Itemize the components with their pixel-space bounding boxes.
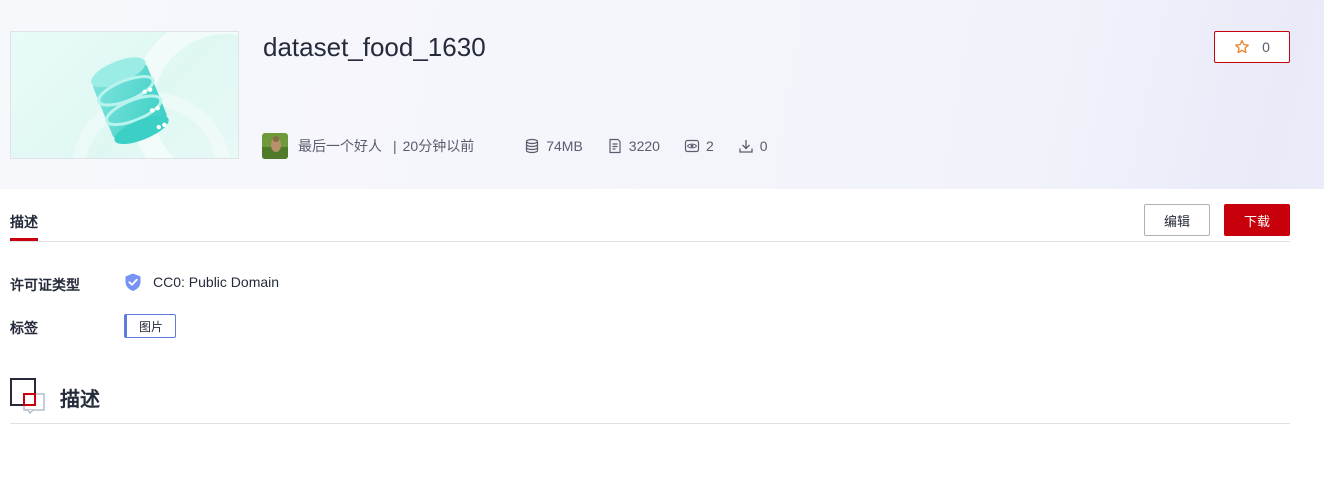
download-icon (739, 140, 753, 153)
star-count: 0 (1262, 39, 1270, 55)
avatar[interactable] (262, 133, 288, 159)
star-button[interactable]: 0 (1214, 31, 1290, 63)
files-stat: 3220 (607, 138, 660, 154)
shield-check-icon (125, 273, 141, 291)
document-icon (609, 138, 621, 154)
views-value: 2 (705, 138, 714, 154)
eye-icon (684, 139, 700, 153)
files-value: 3220 (628, 138, 660, 154)
tags-label: 标签 (10, 320, 38, 336)
downloads-value: 0 (759, 138, 768, 154)
star-icon (1235, 39, 1250, 54)
header-decoration (850, 0, 1324, 189)
database-illustration-icon (91, 57, 169, 145)
views-stat: 2 (684, 138, 714, 154)
edit-button[interactable]: 编辑 (1144, 204, 1210, 236)
description-section-icon (10, 378, 45, 414)
tag-chip[interactable]: 图片 (124, 314, 177, 338)
dataset-title: dataset_food_1630 (263, 32, 486, 62)
tab-bar: 描述 编辑 下载 (10, 204, 1290, 242)
dataset-meta: 最后一个好人 | 20分钟以前 74MB 3220 2 0 (262, 133, 768, 159)
description-section-title: 描述 (60, 389, 100, 411)
downloads-stat: 0 (738, 138, 768, 154)
dataset-cover-image (10, 31, 239, 159)
download-button[interactable]: 下载 (1224, 204, 1290, 236)
description-section-header: 描述 (10, 378, 1290, 424)
license-label: 许可证类型 (10, 277, 80, 293)
database-icon (526, 138, 539, 154)
author-name[interactable]: 最后一个好人 (298, 136, 382, 156)
tab-description[interactable]: 描述 (10, 212, 38, 241)
license-value-row: CC0: Public Domain (123, 272, 279, 292)
dataset-header: dataset_food_1630 0 最后一个好人 | 20分钟以前 74MB (0, 0, 1324, 189)
size-value: 74MB (546, 138, 583, 154)
meta-separator: | (393, 138, 397, 154)
size-stat: 74MB (524, 138, 583, 154)
license-value: CC0: Public Domain (153, 274, 280, 290)
updated-time: 20分钟以前 (402, 138, 475, 154)
